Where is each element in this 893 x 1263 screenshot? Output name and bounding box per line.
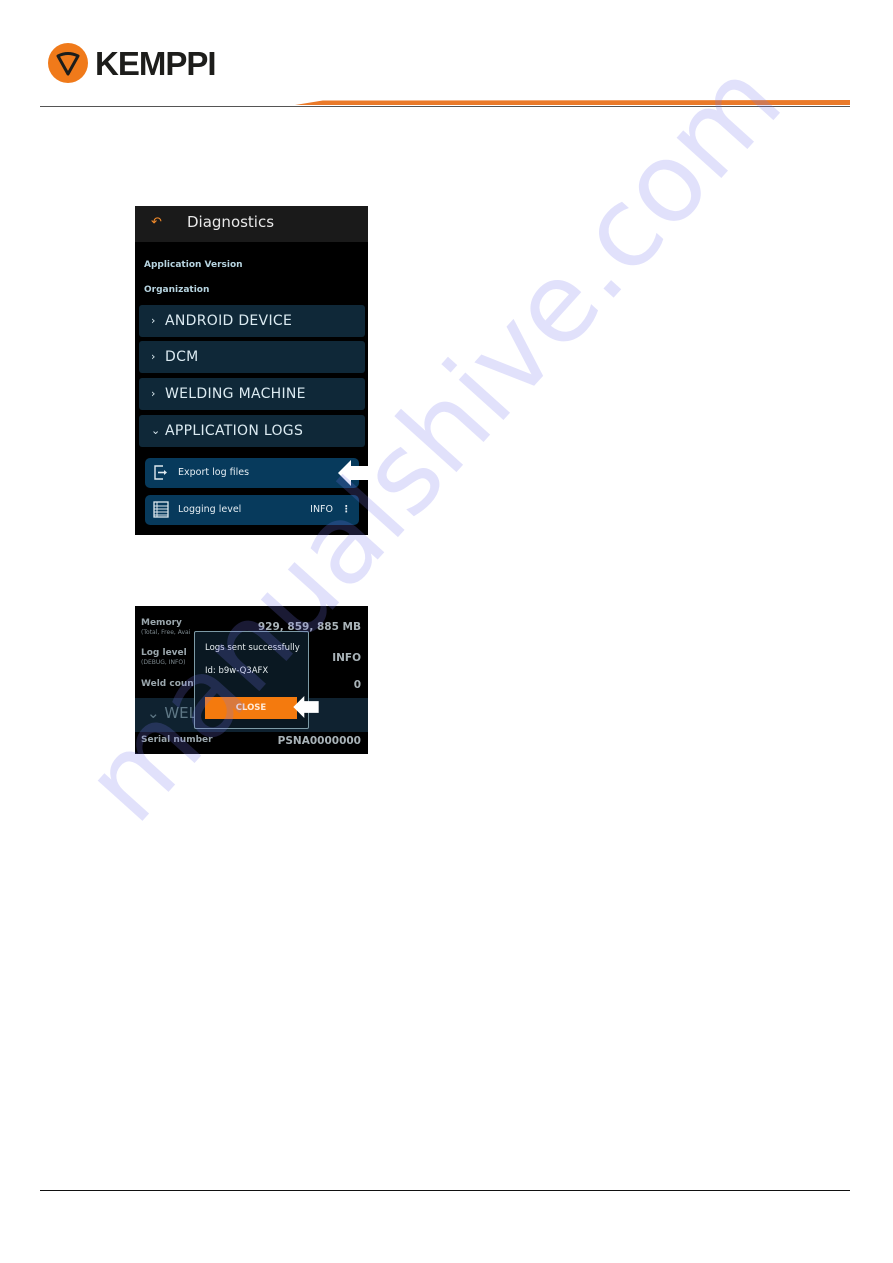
chevron-right-icon: › [151,350,156,363]
list-icon [153,501,169,518]
memory-label: Memory [141,618,182,628]
log-level-value: INFO [332,652,361,664]
section-dcm[interactable]: › DCM [139,341,365,373]
page-title: Diagnostics [187,213,275,231]
pointer-arrow-icon [293,696,319,718]
app-bar: ↶ Diagnostics [135,206,368,242]
serial-number-value: PSNA0000000 [277,735,361,747]
organization-label: Organization [144,285,210,295]
section-welding-machine[interactable]: › WELDING MACHINE [139,378,365,410]
chevron-down-icon: ⌄ [151,424,161,437]
footer-divider [40,1190,850,1191]
section-android-device[interactable]: › ANDROID DEVICE [139,305,365,337]
application-version-label: Application Version [144,260,243,270]
section-application-logs[interactable]: ⌄ APPLICATION LOGS [139,415,365,447]
export-icon [153,464,169,481]
back-arrow-icon[interactable]: ↶ [151,215,162,230]
weld-count-value: 0 [353,679,361,691]
chevron-right-icon: › [151,314,156,327]
chevron-right-icon: › [151,387,156,400]
brand-name: KEMPPI [95,45,217,82]
kemppi-logo-icon [48,43,88,83]
